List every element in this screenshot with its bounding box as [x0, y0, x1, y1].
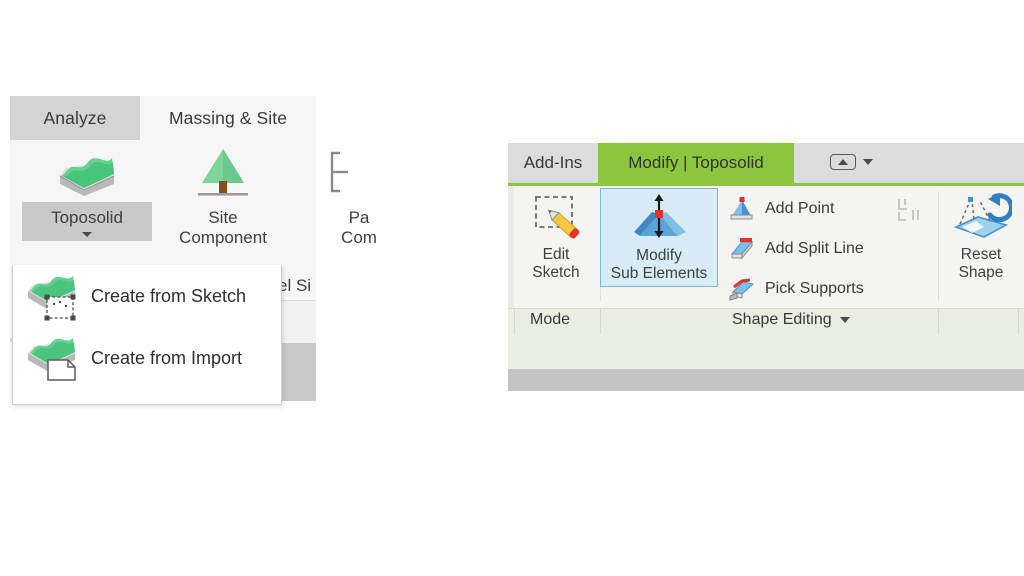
panel-footer-divider-left — [514, 309, 515, 334]
pick-supports-icon — [727, 275, 757, 303]
left-ribbon-tabstrip: Analyze Massing & Site — [10, 96, 316, 140]
tab-add-ins-label: Add-Ins — [524, 153, 583, 173]
toposolid-icon — [22, 140, 152, 202]
panel-footer-divider-right — [1018, 309, 1019, 334]
modify-sub-elements-icon — [601, 189, 717, 247]
tab-analyze[interactable]: Analyze — [10, 96, 140, 140]
edit-sketch-label-line2: Sketch — [532, 264, 579, 282]
modify-sub-elements-label-line1: Modify — [636, 247, 682, 265]
add-point-icon — [727, 195, 757, 223]
relative-contour-icon — [893, 196, 927, 226]
site-component-button[interactable]: Site Component — [158, 140, 288, 248]
ribbon-collapse-group[interactable] — [830, 154, 873, 170]
left-panel-bottom-bar — [282, 343, 316, 401]
triangle-up-icon — [838, 159, 848, 165]
menu-item-create-from-import-label: Create from Import — [91, 348, 242, 369]
modify-sub-elements-label-line2: Sub Elements — [611, 265, 708, 283]
site-component-label-line1: Site — [179, 208, 267, 228]
add-split-line-label: Add Split Line — [765, 240, 864, 258]
edit-sketch-button[interactable]: Edit Sketch — [514, 188, 598, 282]
ribbon-collapse-icon[interactable] — [830, 154, 856, 170]
edit-sketch-label-line1: Edit — [543, 246, 570, 264]
parking-component-icon — [294, 140, 424, 202]
reset-shape-label-line1: Reset — [961, 246, 1002, 264]
tab-massing-and-site-label: Massing & Site — [169, 108, 287, 129]
toposolid-label: Toposolid — [22, 208, 152, 228]
modify-sub-elements-button[interactable]: Modify Sub Elements — [600, 188, 718, 287]
menu-item-create-from-sketch[interactable]: Create from Sketch — [13, 265, 281, 327]
tab-add-ins[interactable]: Add-Ins — [508, 143, 598, 183]
add-point-command[interactable]: Add Point — [727, 194, 834, 224]
add-split-line-command[interactable]: Add Split Line — [727, 234, 864, 264]
tree-icon — [158, 140, 288, 202]
tab-modify-toposolid[interactable]: Modify | Toposolid — [598, 143, 794, 183]
parking-component-label-line1: Pa — [341, 208, 377, 228]
reset-shape-button[interactable]: Reset Shape — [943, 188, 1019, 282]
panel-footer-divider-shape — [938, 309, 939, 334]
panel-footer-shape-editing[interactable]: Shape Editing — [732, 311, 850, 329]
pick-supports-command[interactable]: Pick Supports — [727, 274, 864, 304]
chevron-down-icon[interactable] — [82, 232, 92, 237]
pick-supports-label: Pick Supports — [765, 280, 864, 298]
parking-component-label-line2: Com — [341, 228, 377, 248]
chevron-down-icon[interactable] — [840, 317, 850, 323]
toposolid-dropdown-menu: Create from Sketch Create from Import — [12, 265, 282, 405]
site-component-label-line2: Component — [179, 228, 267, 248]
tabstrip-empty-area — [794, 143, 1024, 183]
toposolid-sketch-icon — [25, 271, 83, 321]
panel-divider-shape-editing — [938, 191, 939, 301]
edit-sketch-icon — [514, 188, 598, 246]
tab-massing-and-site[interactable]: Massing & Site — [140, 96, 316, 140]
add-split-line-icon — [727, 235, 757, 263]
panel-footer-mode-label: Mode — [530, 311, 570, 329]
panel-footer-shape-editing-label: Shape Editing — [732, 311, 832, 329]
left-panel-footer-label: el Si — [278, 276, 311, 296]
add-point-label: Add Point — [765, 200, 834, 218]
site-component-label-box: Site Component — [179, 202, 267, 248]
right-ribbon-lower-strip — [508, 334, 1024, 369]
tab-modify-toposolid-label: Modify | Toposolid — [628, 153, 763, 173]
right-ribbon-tabstrip: Add-Ins Modify | Toposolid — [508, 143, 1024, 183]
left-panel-lower-strip — [282, 301, 316, 343]
parking-component-label-box: Pa Com — [341, 202, 377, 248]
reset-shape-icon — [943, 188, 1019, 246]
chevron-down-icon[interactable] — [863, 159, 873, 165]
parking-component-button[interactable]: Pa Com — [294, 140, 424, 248]
right-ribbon-panel-footer: Mode Shape Editing — [508, 308, 1024, 335]
panel-footer-mode: Mode — [530, 311, 570, 329]
toposolid-button[interactable]: Toposolid — [22, 140, 152, 241]
right-ribbon-bottom-bar — [508, 369, 1024, 391]
menu-item-create-from-import[interactable]: Create from Import — [13, 327, 281, 389]
panel-footer-divider-mode — [600, 309, 601, 334]
toposolid-import-icon — [25, 333, 83, 383]
tab-analyze-label: Analyze — [44, 108, 107, 129]
reset-shape-label-line2: Shape — [959, 264, 1004, 282]
toposolid-label-box[interactable]: Toposolid — [22, 202, 152, 241]
menu-item-create-from-sketch-label: Create from Sketch — [91, 286, 246, 307]
